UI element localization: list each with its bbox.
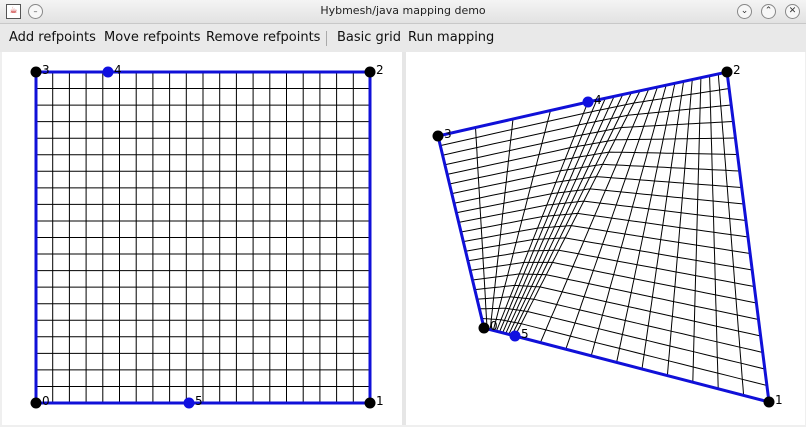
- refpoint-3-label: 3: [444, 127, 452, 141]
- refpoint-2-label: 2: [376, 63, 384, 77]
- refpoint-1-label: 1: [376, 394, 384, 408]
- refpoint-4-label: 4: [114, 63, 122, 77]
- basic-grid-button[interactable]: Basic grid: [337, 30, 401, 45]
- refpoint-1[interactable]: [763, 396, 775, 408]
- grid-line: [456, 188, 744, 214]
- basic-grid-canvas[interactable]: 0 1 2 3 4 5: [2, 52, 402, 425]
- refpoint-0-label: 0: [42, 394, 50, 408]
- grid-line: [460, 212, 749, 238]
- add-refpoints-button[interactable]: Add refpoints: [9, 30, 96, 45]
- grid-line: [440, 88, 730, 147]
- refpoint-3[interactable]: [30, 66, 42, 78]
- toolbar-separator: [326, 31, 327, 46]
- maximize-button[interactable]: ⌃: [761, 4, 776, 19]
- remove-refpoints-button[interactable]: Remove refpoints: [206, 30, 320, 45]
- window-title: Hybmesh/java mapping demo: [320, 4, 486, 17]
- toolbar: Add refpoints Move refpoints Remove refp…: [0, 24, 806, 52]
- mapped-grid-panel[interactable]: 0 1 2 3 4 5: [406, 52, 805, 425]
- close-button[interactable]: ✕: [785, 4, 800, 19]
- refpoint-4[interactable]: [582, 96, 594, 108]
- refpoint-3-label: 3: [42, 63, 50, 77]
- refpoint-2[interactable]: [721, 66, 733, 78]
- mapped-grid-canvas[interactable]: 0 1 2 3 4 5: [406, 52, 805, 425]
- grid-line: [467, 249, 755, 287]
- refpoint-1-label: 1: [775, 393, 783, 407]
- refpoint-0[interactable]: [30, 397, 42, 409]
- grid-line: [444, 121, 734, 166]
- refpoint-3[interactable]: [432, 130, 444, 142]
- refpoint-4[interactable]: [102, 66, 114, 78]
- refpoint-0-label: 0: [490, 319, 498, 333]
- refpoint-5[interactable]: [183, 397, 195, 409]
- title-bar: ☕ – Hybmesh/java mapping demo ⌄ ⌃ ✕: [0, 0, 806, 24]
- basic-grid-panel[interactable]: 0 1 2 3 4 5: [2, 52, 402, 425]
- grid-line: [463, 225, 751, 254]
- move-refpoints-button[interactable]: Move refpoints: [104, 30, 201, 45]
- refpoint-4-label: 4: [594, 93, 602, 107]
- refpoint-5[interactable]: [509, 330, 521, 342]
- refpoint-5-label: 5: [195, 394, 203, 408]
- refpoint-5-label: 5: [521, 327, 529, 341]
- minimize-button[interactable]: ⌄: [737, 4, 752, 19]
- refpoint-1[interactable]: [364, 397, 376, 409]
- refpoint-2-label: 2: [733, 63, 741, 77]
- run-mapping-button[interactable]: Run mapping: [408, 30, 494, 45]
- refpoint-0[interactable]: [478, 322, 490, 334]
- refpoint-2[interactable]: [364, 66, 376, 78]
